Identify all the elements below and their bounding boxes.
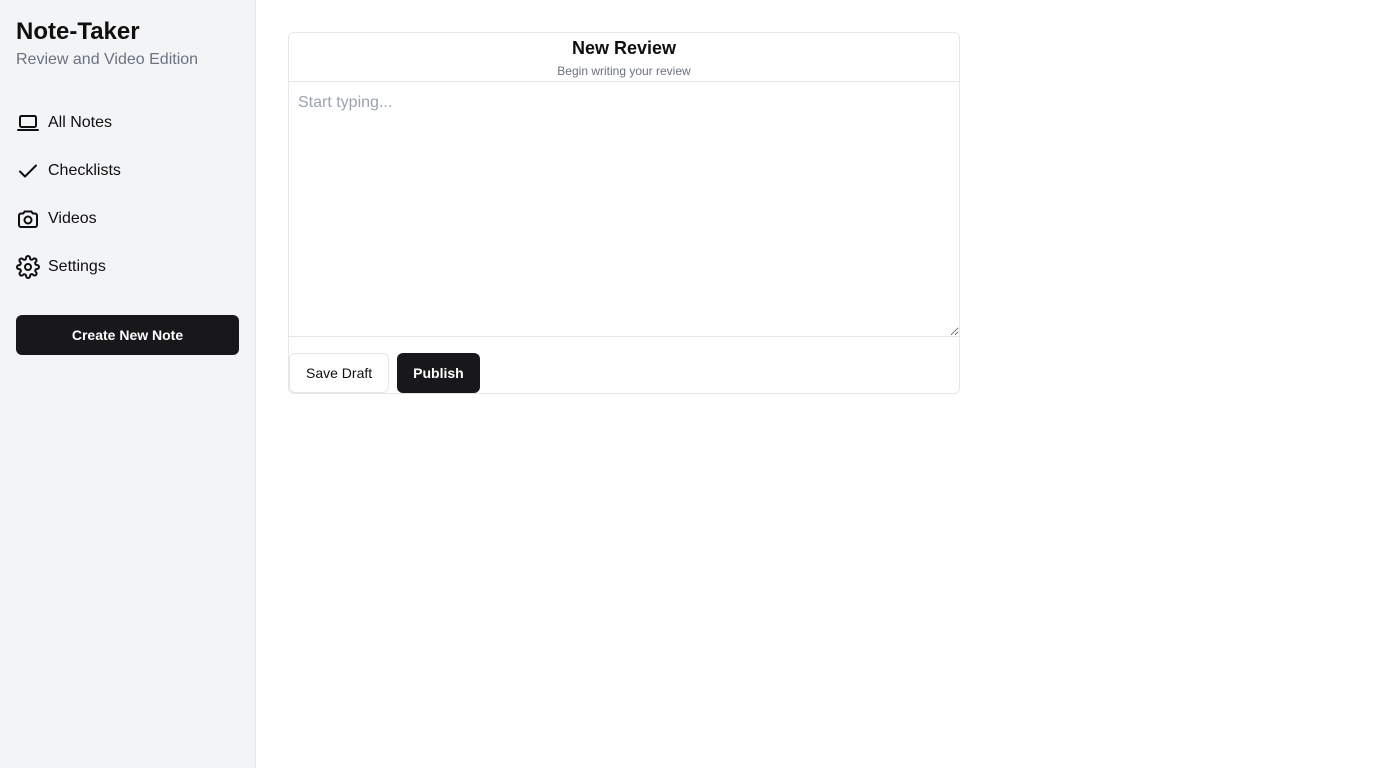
- check-icon: [16, 159, 40, 183]
- sidebar-item-all-notes[interactable]: All Notes: [16, 99, 239, 147]
- create-new-note-button[interactable]: Create New Note: [16, 315, 239, 355]
- sidebar-item-label: Checklists: [48, 162, 121, 179]
- sidebar-item-settings[interactable]: Settings: [16, 243, 239, 291]
- laptop-icon: [16, 111, 40, 135]
- page-title: New Review: [571, 38, 677, 58]
- page-subtitle: Begin writing your review: [557, 64, 691, 78]
- publish-button[interactable]: Publish: [397, 353, 480, 393]
- sidebar-item-label: All Notes: [48, 114, 113, 131]
- sidebar-item-checklists[interactable]: Checklists: [16, 147, 239, 195]
- save-draft-button[interactable]: Save Draft: [289, 353, 390, 393]
- card-header: New Review Begin writing your review: [289, 33, 959, 79]
- app-subtitle: Review and Video Edition: [16, 51, 199, 68]
- sidebar-item-videos[interactable]: Videos: [16, 195, 239, 243]
- main-content: New Review Begin writing your review Sav…: [256, 0, 1376, 768]
- app-root: Note-Taker Review and Video Edition All …: [0, 0, 1376, 768]
- editor-actions: Save Draft Publish: [289, 337, 959, 393]
- app-title: Note-Taker: [16, 18, 140, 45]
- sidebar-item-label: Settings: [48, 258, 106, 275]
- sidebar-nav: All Notes Checklists Videos Settings: [16, 99, 239, 291]
- camera-icon: [16, 207, 40, 231]
- review-textarea[interactable]: [289, 81, 959, 337]
- sidebar: Note-Taker Review and Video Edition All …: [0, 0, 256, 768]
- review-editor-card: New Review Begin writing your review Sav…: [288, 32, 960, 394]
- sidebar-item-label: Videos: [48, 210, 97, 227]
- gear-icon: [16, 255, 40, 279]
